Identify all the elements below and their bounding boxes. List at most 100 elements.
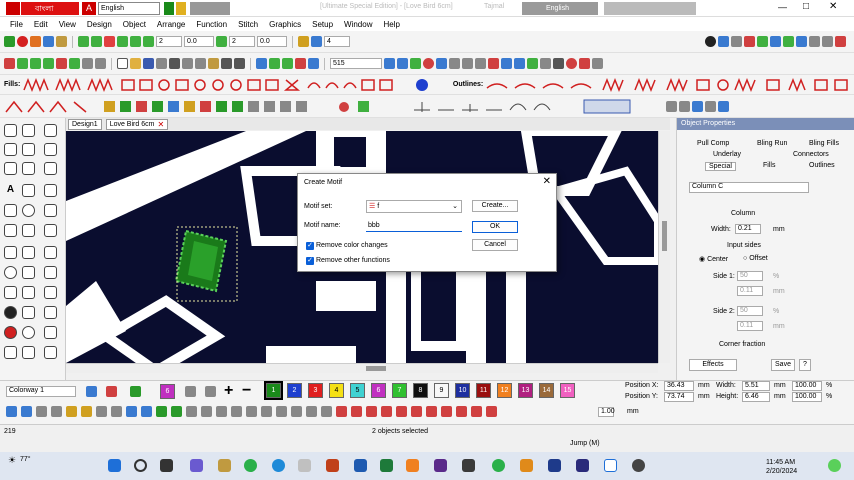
thread-chart-icon[interactable] [130,386,141,397]
sequence-e-icon[interactable] [396,406,407,417]
outline-types-strip[interactable] [485,77,854,92]
zoom-value-input[interactable]: 1.00 [598,407,615,417]
app-a-icon[interactable] [298,459,311,472]
vertical-scroll-thumb[interactable] [662,221,667,251]
applique-icon[interactable] [4,286,17,299]
fill-types-strip[interactable] [22,77,431,92]
align-icon[interactable] [91,36,102,47]
remove-color-checkbox[interactable]: ✓ [306,242,314,250]
start-icon[interactable] [108,459,121,472]
tool-k-icon[interactable] [540,58,551,69]
dialog-close-icon[interactable]: ✕ [543,176,551,187]
unlock-icon[interactable] [81,406,92,417]
color-swatch-4[interactable]: 4 [329,383,344,398]
star-icon[interactable] [44,204,57,217]
measure-icon[interactable] [705,100,716,112]
ungroup-icon[interactable] [111,406,122,417]
task-view-icon[interactable] [160,459,173,472]
ok-button[interactable]: OK [472,221,518,233]
color-swatch-1[interactable]: 1 [264,381,283,400]
wilcom-icon[interactable] [17,36,28,47]
tool-i-icon[interactable] [514,58,525,69]
grid-icon[interactable] [117,36,128,47]
spiral-b-icon[interactable] [22,326,35,339]
copy-icon[interactable] [195,58,206,69]
close-icon[interactable]: ✕ [829,1,837,14]
wave-icon[interactable] [44,246,57,259]
order-j-icon[interactable] [261,406,272,417]
menu-edit[interactable]: Edit [34,20,48,29]
window-icon[interactable] [822,36,833,47]
reshape-icon[interactable] [22,124,35,137]
color-swatch-12[interactable]: 12 [497,383,512,398]
tab-connectors[interactable]: Connectors [793,151,829,158]
sequence-a-icon[interactable] [336,406,347,417]
search-taskbar-icon[interactable] [134,459,147,472]
screen-icon[interactable] [796,36,807,47]
menu-window[interactable]: Window [344,20,372,29]
weather-icon[interactable]: ☀ [8,455,16,466]
polygon-icon[interactable] [22,224,35,237]
color-swatch-14[interactable]: 14 [539,383,554,398]
tool-j-icon[interactable] [527,58,538,69]
shape-b-icon[interactable] [44,266,57,279]
function-icon[interactable] [553,58,564,69]
color-swatch-3[interactable]: 3 [308,383,323,398]
shape-c-icon[interactable] [22,286,35,299]
sequence-j-icon[interactable] [471,406,482,417]
shape-d-icon[interactable] [44,286,57,299]
maximize-icon[interactable]: □ [803,1,809,14]
tool-l-icon[interactable] [579,58,590,69]
rotate-left-icon[interactable] [666,100,677,112]
paste-icon[interactable] [208,58,219,69]
order-g-icon[interactable] [216,406,227,417]
order-h-icon[interactable] [231,406,242,417]
stitch-value-input[interactable]: 515 [330,58,382,69]
order-l-icon[interactable] [291,406,302,417]
sequence-c-icon[interactable] [366,406,377,417]
travel-stitch-icon[interactable] [308,58,319,69]
curve-tool-icon[interactable] [44,162,57,175]
diamond-icon[interactable] [4,224,17,237]
line-icon[interactable] [4,58,15,69]
menu-view[interactable]: View [59,20,76,29]
tab-fills[interactable]: Fills [763,162,775,169]
pencil-icon[interactable] [22,162,35,175]
sequence-d-icon[interactable] [381,406,392,417]
order-n-icon[interactable] [321,406,332,417]
remove-color-icon[interactable]: − [242,382,251,400]
travel-end-icon[interactable] [295,58,306,69]
add-color-icon[interactable]: + [224,382,233,400]
select-icon[interactable] [4,124,17,137]
tool-b-icon[interactable] [410,58,421,69]
color-swatch-10[interactable]: 10 [455,383,470,398]
menu-arrange[interactable]: Arrange [157,20,185,29]
cancel-button[interactable]: Cancel [472,239,518,251]
design-icon[interactable] [757,36,768,47]
sequence-f-icon[interactable] [411,406,422,417]
sequence-b-icon[interactable] [351,406,362,417]
info-icon[interactable] [705,36,716,47]
current-color-swatch[interactable]: 6 [160,384,175,399]
explorer-icon[interactable] [218,459,231,472]
colorway-b-icon[interactable] [106,386,117,397]
pattern-icon[interactable] [298,36,309,47]
menu-file[interactable]: File [10,20,23,29]
colorway-select[interactable]: Colorway 1 [6,386,76,397]
zoom-icon[interactable] [783,36,794,47]
tool-h-icon[interactable] [501,58,512,69]
vlc-icon[interactable] [406,459,419,472]
ellipse-icon[interactable] [22,204,35,217]
tatami-icon[interactable] [69,58,80,69]
menu-setup[interactable]: Setup [312,20,333,29]
field-b[interactable]: 0.0 [184,36,214,47]
color-swatch-15[interactable]: 15 [560,383,575,398]
stitch-player-icon[interactable] [744,36,755,47]
order-e-icon[interactable] [186,406,197,417]
hoop-icon[interactable] [43,36,54,47]
shape-j-icon[interactable] [44,346,57,359]
target-icon[interactable] [4,266,17,279]
field-c[interactable]: 2 [229,36,255,47]
save-icon[interactable] [143,58,154,69]
exit-icon[interactable] [835,36,846,47]
